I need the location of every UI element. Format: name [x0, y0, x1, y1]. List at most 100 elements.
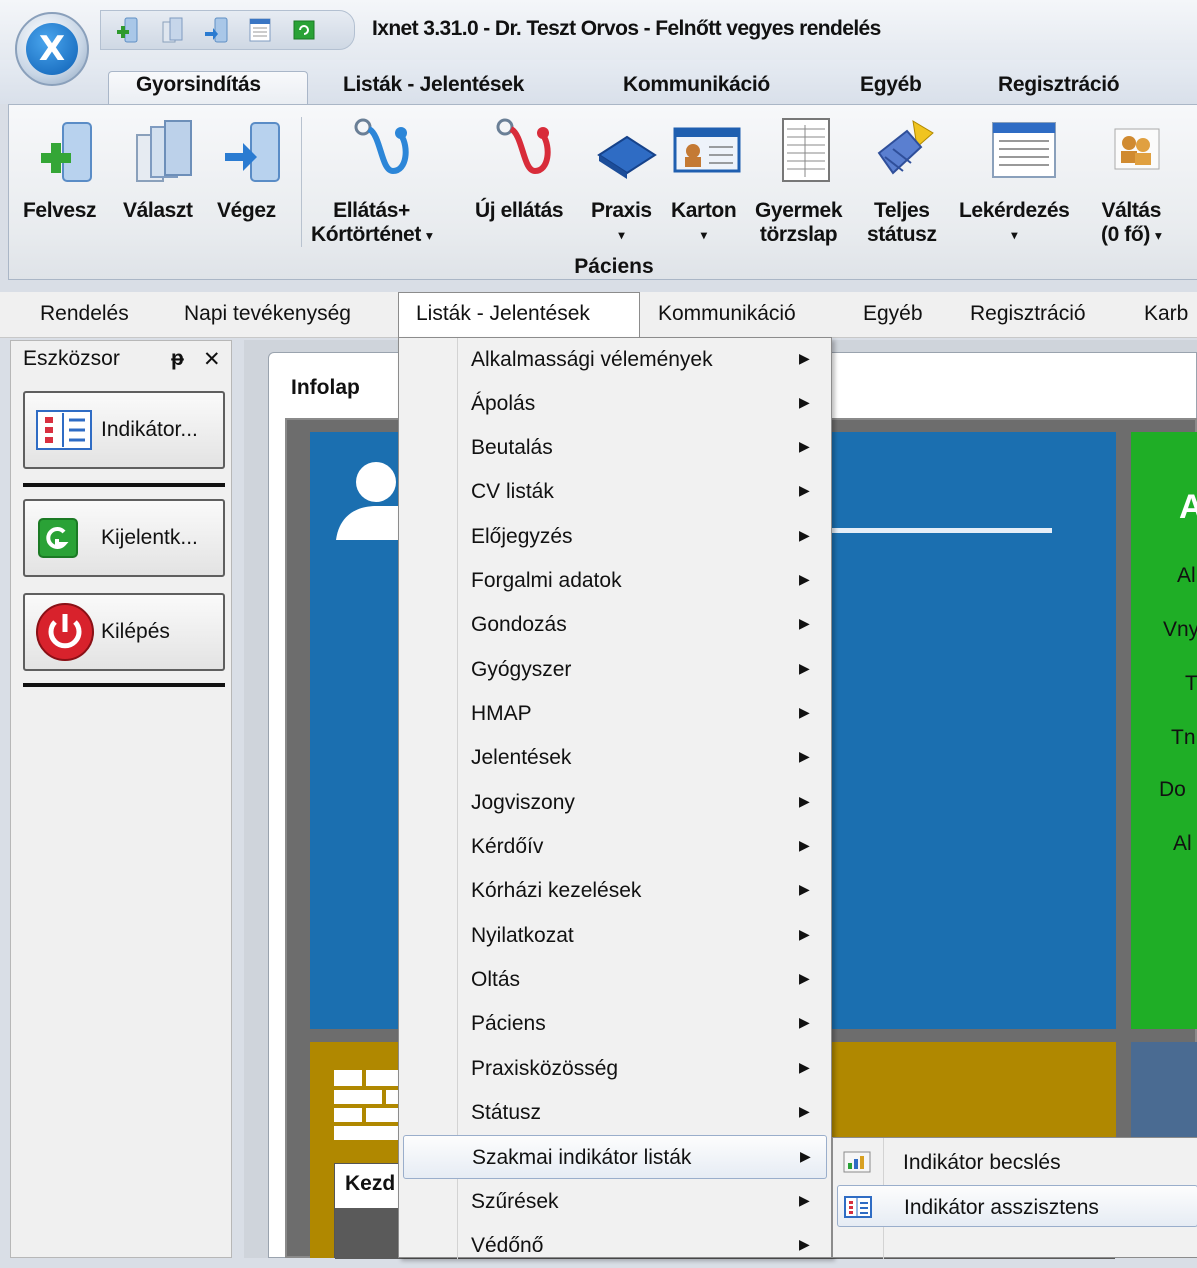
menu-item-beutalas[interactable]: Beutalás ▶ [403, 426, 827, 470]
uj-ellatas-button[interactable]: Új ellátás [475, 199, 564, 223]
menu-item-gyogyszer[interactable]: Gyógyszer ▶ [403, 648, 827, 692]
menu-item-jogviszony[interactable]: Jogviszony ▶ [403, 781, 827, 825]
karton-button[interactable]: Karton ▾ [671, 199, 737, 247]
praxis-label: Praxis [591, 199, 652, 222]
menu-item-statusz[interactable]: Státusz ▶ [403, 1091, 827, 1135]
ixnet-logo-icon[interactable]: X [15, 12, 89, 86]
toolbox-divider [23, 483, 225, 487]
felvesz-button[interactable]: Felvesz [23, 199, 96, 223]
list-document-icon [991, 119, 1057, 185]
karton-label: Karton [671, 199, 737, 222]
ribbon-tab-regisztracio[interactable]: Regisztráció [998, 73, 1120, 97]
menu-item-elojegyzes[interactable]: Előjegyzés ▶ [403, 515, 827, 559]
menu-item-apolas[interactable]: Ápolás ▶ [403, 382, 827, 426]
indikator-button[interactable]: Indikátor... [23, 391, 225, 469]
teljes-statusz-button[interactable]: Teljes státusz [867, 199, 937, 247]
toolbox-panel: Eszközsor ᵽ ✕ Indikátor... Kijelentk... … [10, 340, 232, 1258]
vegez-button[interactable]: Végez [217, 199, 276, 223]
submenu-arrow-icon: ▶ [799, 748, 810, 764]
ellatas-label-2: Kórtörténet [311, 223, 421, 246]
valtas-button[interactable]: Váltás (0 fő) ▾ [1101, 199, 1161, 247]
ellatas-kortortenet-button[interactable]: Ellátás+ Kórtörténet ▾ [311, 199, 432, 247]
listak-dropdown-menu: Alkalmassági vélemények ▶ Ápolás ▶ Beutalá… [398, 337, 832, 1259]
green-refresh-icon[interactable] [291, 16, 317, 44]
ribbon-tabs: Gyorsindítás Listák - Jelentések Kommuni… [0, 60, 1197, 107]
ribbon-tab-egyeb[interactable]: Egyéb [860, 73, 922, 97]
menu-item-oltas[interactable]: Oltás ▶ [403, 958, 827, 1002]
submenu-arrow-icon: ▶ [799, 350, 810, 366]
menu-kommunikacio[interactable]: Kommunikáció [658, 302, 796, 326]
submenu-arrow-icon: ▶ [799, 837, 810, 853]
ribbon-tab-gyorsinditas[interactable]: Gyorsindítás [136, 73, 261, 97]
submenu-arrow-icon: ▶ [799, 1103, 810, 1119]
submenu-arrow-icon: ▶ [799, 394, 810, 410]
finish-patient-icon[interactable] [203, 16, 229, 44]
menu-item-kerdoiv[interactable]: Kérdőív ▶ [403, 825, 827, 869]
menu-item-alkalmassagi[interactable]: Alkalmassági vélemények ▶ [403, 338, 827, 382]
menu-regisztracio[interactable]: Regisztráció [970, 302, 1086, 326]
people-swap-icon [1113, 127, 1161, 175]
logout-green-icon [35, 515, 81, 561]
teljes-label-2: státusz [867, 223, 937, 246]
submenu-arrow-icon: ▶ [799, 1059, 810, 1075]
praxis-button[interactable]: Praxis ▾ [591, 199, 652, 247]
dropdown-arrow-icon: ▾ [700, 228, 707, 242]
add-patient-icon[interactable] [115, 16, 141, 44]
green-tile-label: Al [1177, 564, 1196, 587]
document-icon[interactable] [247, 16, 273, 44]
menu-karb[interactable]: Karb [1144, 302, 1188, 326]
kilepes-button[interactable]: Kilépés [23, 593, 225, 671]
green-tile-label: Tn [1171, 726, 1196, 749]
menu-item-vedono[interactable]: Védőnő ▶ [403, 1224, 827, 1268]
menu-item-paciens[interactable]: Páciens ▶ [403, 1002, 827, 1046]
submenu-arrow-icon: ▶ [799, 527, 810, 543]
menu-item-forgalmi-adatok[interactable]: Forgalmi adatok ▶ [403, 559, 827, 603]
dropdown-arrow-icon: ▾ [1155, 228, 1161, 243]
select-patient-icon[interactable] [159, 16, 185, 44]
menu-item-szakmai-indikator-listak[interactable]: Szakmai indikátor listák ▶ [403, 1135, 827, 1179]
power-red-icon [35, 602, 95, 662]
menu-rendeles[interactable]: Rendelés [40, 302, 129, 326]
stethoscope-blue-icon [351, 115, 421, 189]
menu-item-cv-listak[interactable]: CV listák ▶ [403, 470, 827, 514]
ribbon-group-label: Páciens [574, 255, 654, 278]
submenu-arrow-icon: ▶ [799, 704, 810, 720]
status-tile[interactable]: A Al Vny T Tn Do Al [1131, 432, 1197, 1029]
gyermek-label-1: Gyermek [755, 199, 843, 222]
menu-egyeb[interactable]: Egyéb [863, 302, 923, 326]
title-bar: Ixnet 3.31.0 - Dr. Teszt Orvos - Felnőtt… [0, 0, 1197, 60]
dropdown-arrow-icon: ▾ [618, 228, 625, 242]
green-tile-label: Do [1159, 778, 1186, 801]
ribbon-tab-kommunikacio[interactable]: Kommunikáció [623, 73, 770, 97]
stethoscope-red-icon [493, 115, 563, 189]
submenu-item-indikator-becsles[interactable]: Indikátor becslés [837, 1141, 1197, 1183]
submenu-arrow-icon: ▶ [799, 482, 810, 498]
kezd-label: Kezd [345, 1172, 396, 1195]
kijelentkezes-button[interactable]: Kijelentk... [23, 499, 225, 577]
broom-icon [873, 117, 943, 187]
id-card-icon [673, 125, 741, 179]
menu-item-gondozas[interactable]: Gondozás ▶ [403, 603, 827, 647]
submenu-arrow-icon: ▶ [799, 1236, 810, 1252]
menu-item-szuresek[interactable]: Szűrések ▶ [403, 1180, 827, 1224]
gyermek-torzslap-button[interactable]: Gyermek törzslap [755, 199, 843, 247]
menu-item-hmap[interactable]: HMAP ▶ [403, 692, 827, 736]
lekerdezes-label: Lekérdezés [959, 199, 1070, 222]
submenu-arrow-icon: ▶ [799, 438, 810, 454]
kilepes-label: Kilépés [101, 620, 170, 643]
menu-item-praxiskozosseg[interactable]: Praxisközösség ▶ [403, 1047, 827, 1091]
valaszt-button[interactable]: Választ [123, 199, 193, 223]
menu-item-nyilatkozat[interactable]: Nyilatkozat ▶ [403, 914, 827, 958]
submenu-arrow-icon: ▶ [799, 970, 810, 986]
lekerdezes-button[interactable]: Lekérdezés ▾ [959, 199, 1070, 247]
submenu-item-indikator-asszisztens[interactable]: Indikátor asszisztens [837, 1185, 1197, 1227]
infolap-tab[interactable]: Infolap [291, 376, 360, 400]
menu-napi-tevekenyseg[interactable]: Napi tevékenység [184, 302, 351, 326]
menu-item-korhazi-kezelesek[interactable]: Kórházi kezelések ▶ [403, 869, 827, 913]
ribbon-tab-listak[interactable]: Listák - Jelentések [343, 73, 524, 97]
menu-item-jelentesek[interactable]: Jelentések ▶ [403, 736, 827, 780]
pin-icon[interactable]: ᵽ [171, 347, 184, 371]
menu-listak-jelentesek[interactable]: Listák - Jelentések [416, 302, 590, 326]
close-icon[interactable]: ✕ [203, 347, 221, 372]
submenu-arrow-icon: ▶ [799, 926, 810, 942]
